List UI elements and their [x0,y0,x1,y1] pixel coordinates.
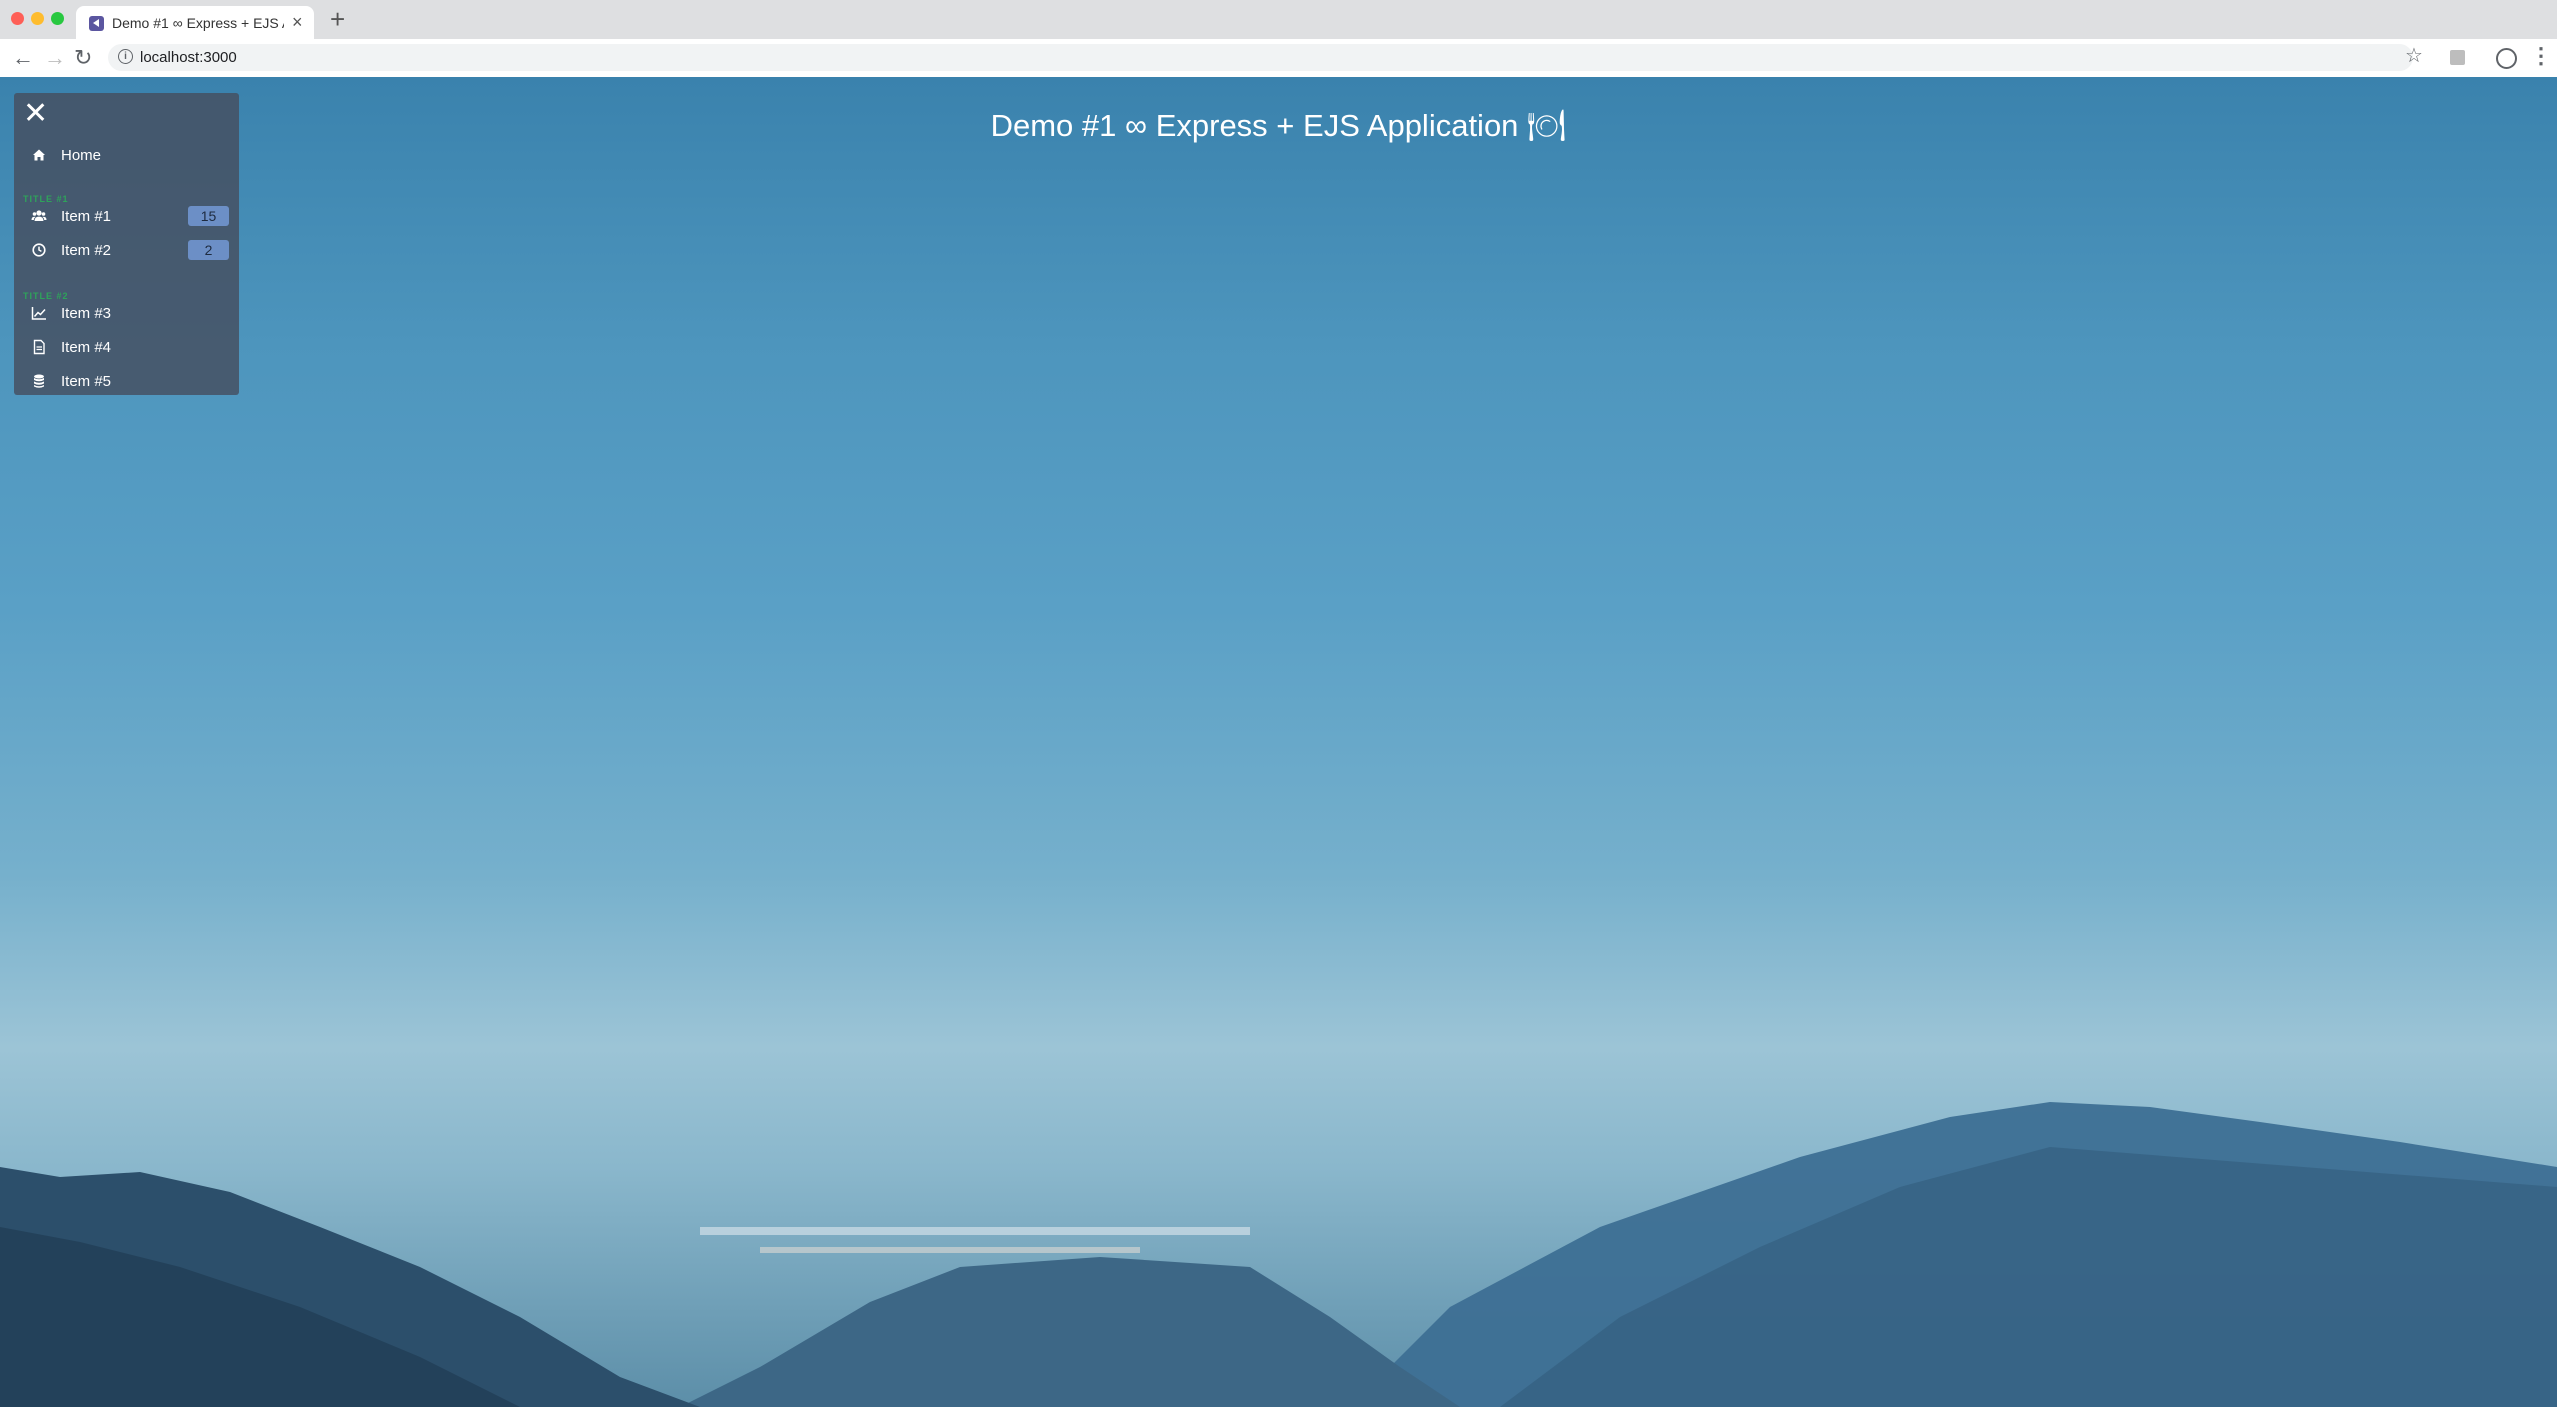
home-icon [33,149,45,161]
clock-icon [32,243,46,257]
document-icon [33,339,45,355]
reload-icon[interactable]: ↻ [74,45,92,71]
browser-menu-icon[interactable]: ⋮ [2530,43,2552,69]
window-minimize-button[interactable] [31,12,44,25]
count-badge: 2 [188,240,229,260]
page-background: Demo #1 ∞ Express + EJS Application 🍽 ✕ … [0,77,2557,1407]
sidebar: ✕ Home TITLE #1 Item #1 15 Item #2 2 TIT… [14,93,239,395]
address-bar[interactable]: i localhost:3000 [108,44,2413,71]
count-badge: 15 [188,206,229,226]
mountain-landscape [0,1102,2557,1407]
browser-tab[interactable]: Demo #1 ∞ Express + EJS Application × [76,6,314,39]
sidebar-item-label: Item #5 [61,373,112,390]
page-title: Demo #1 ∞ Express + EJS Application 🍽 [990,108,1567,143]
window-zoom-button[interactable] [51,12,64,25]
sidebar-item-1[interactable]: Item #1 15 [14,201,239,231]
forward-icon[interactable]: → [44,45,66,71]
sidebar-item-label: Item #4 [61,339,112,356]
database-icon [34,374,44,388]
tab-close-icon[interactable]: × [292,12,303,32]
sidebar-item-label: Item #1 [61,208,112,225]
window-close-button[interactable] [11,12,24,25]
sidebar-item-label: Home [61,147,102,164]
new-tab-button[interactable]: + [330,5,345,33]
sidebar-close-icon[interactable]: ✕ [23,99,48,129]
sidebar-item-4[interactable]: Item #4 [14,332,239,362]
tab-title: Demo #1 ∞ Express + EJS Application [112,15,284,31]
sidebar-item-label: Item #2 [61,242,112,259]
favicon-icon [89,16,104,31]
sidebar-item-3[interactable]: Item #3 [14,298,239,328]
browser-tab-bar: Demo #1 ∞ Express + EJS Application × + [0,0,2557,39]
url-text: localhost:3000 [140,49,237,66]
sidebar-item-5[interactable]: Item #5 [14,366,239,396]
bookmark-star-icon[interactable]: ☆ [2405,45,2423,67]
profile-icon[interactable] [2496,48,2517,69]
sidebar-item-label: Item #3 [61,305,112,322]
sidebar-item-home[interactable]: Home [14,140,239,170]
sidebar-item-2[interactable]: Item #2 2 [14,235,239,265]
browser-toolbar: ← → ↻ i localhost:3000 ☆ ⋮ [0,39,2557,78]
info-icon[interactable]: i [118,49,133,64]
extension-icon[interactable] [2450,50,2465,65]
back-icon[interactable]: ← [12,45,34,71]
users-icon [31,210,47,221]
chart-line-icon [31,307,46,320]
